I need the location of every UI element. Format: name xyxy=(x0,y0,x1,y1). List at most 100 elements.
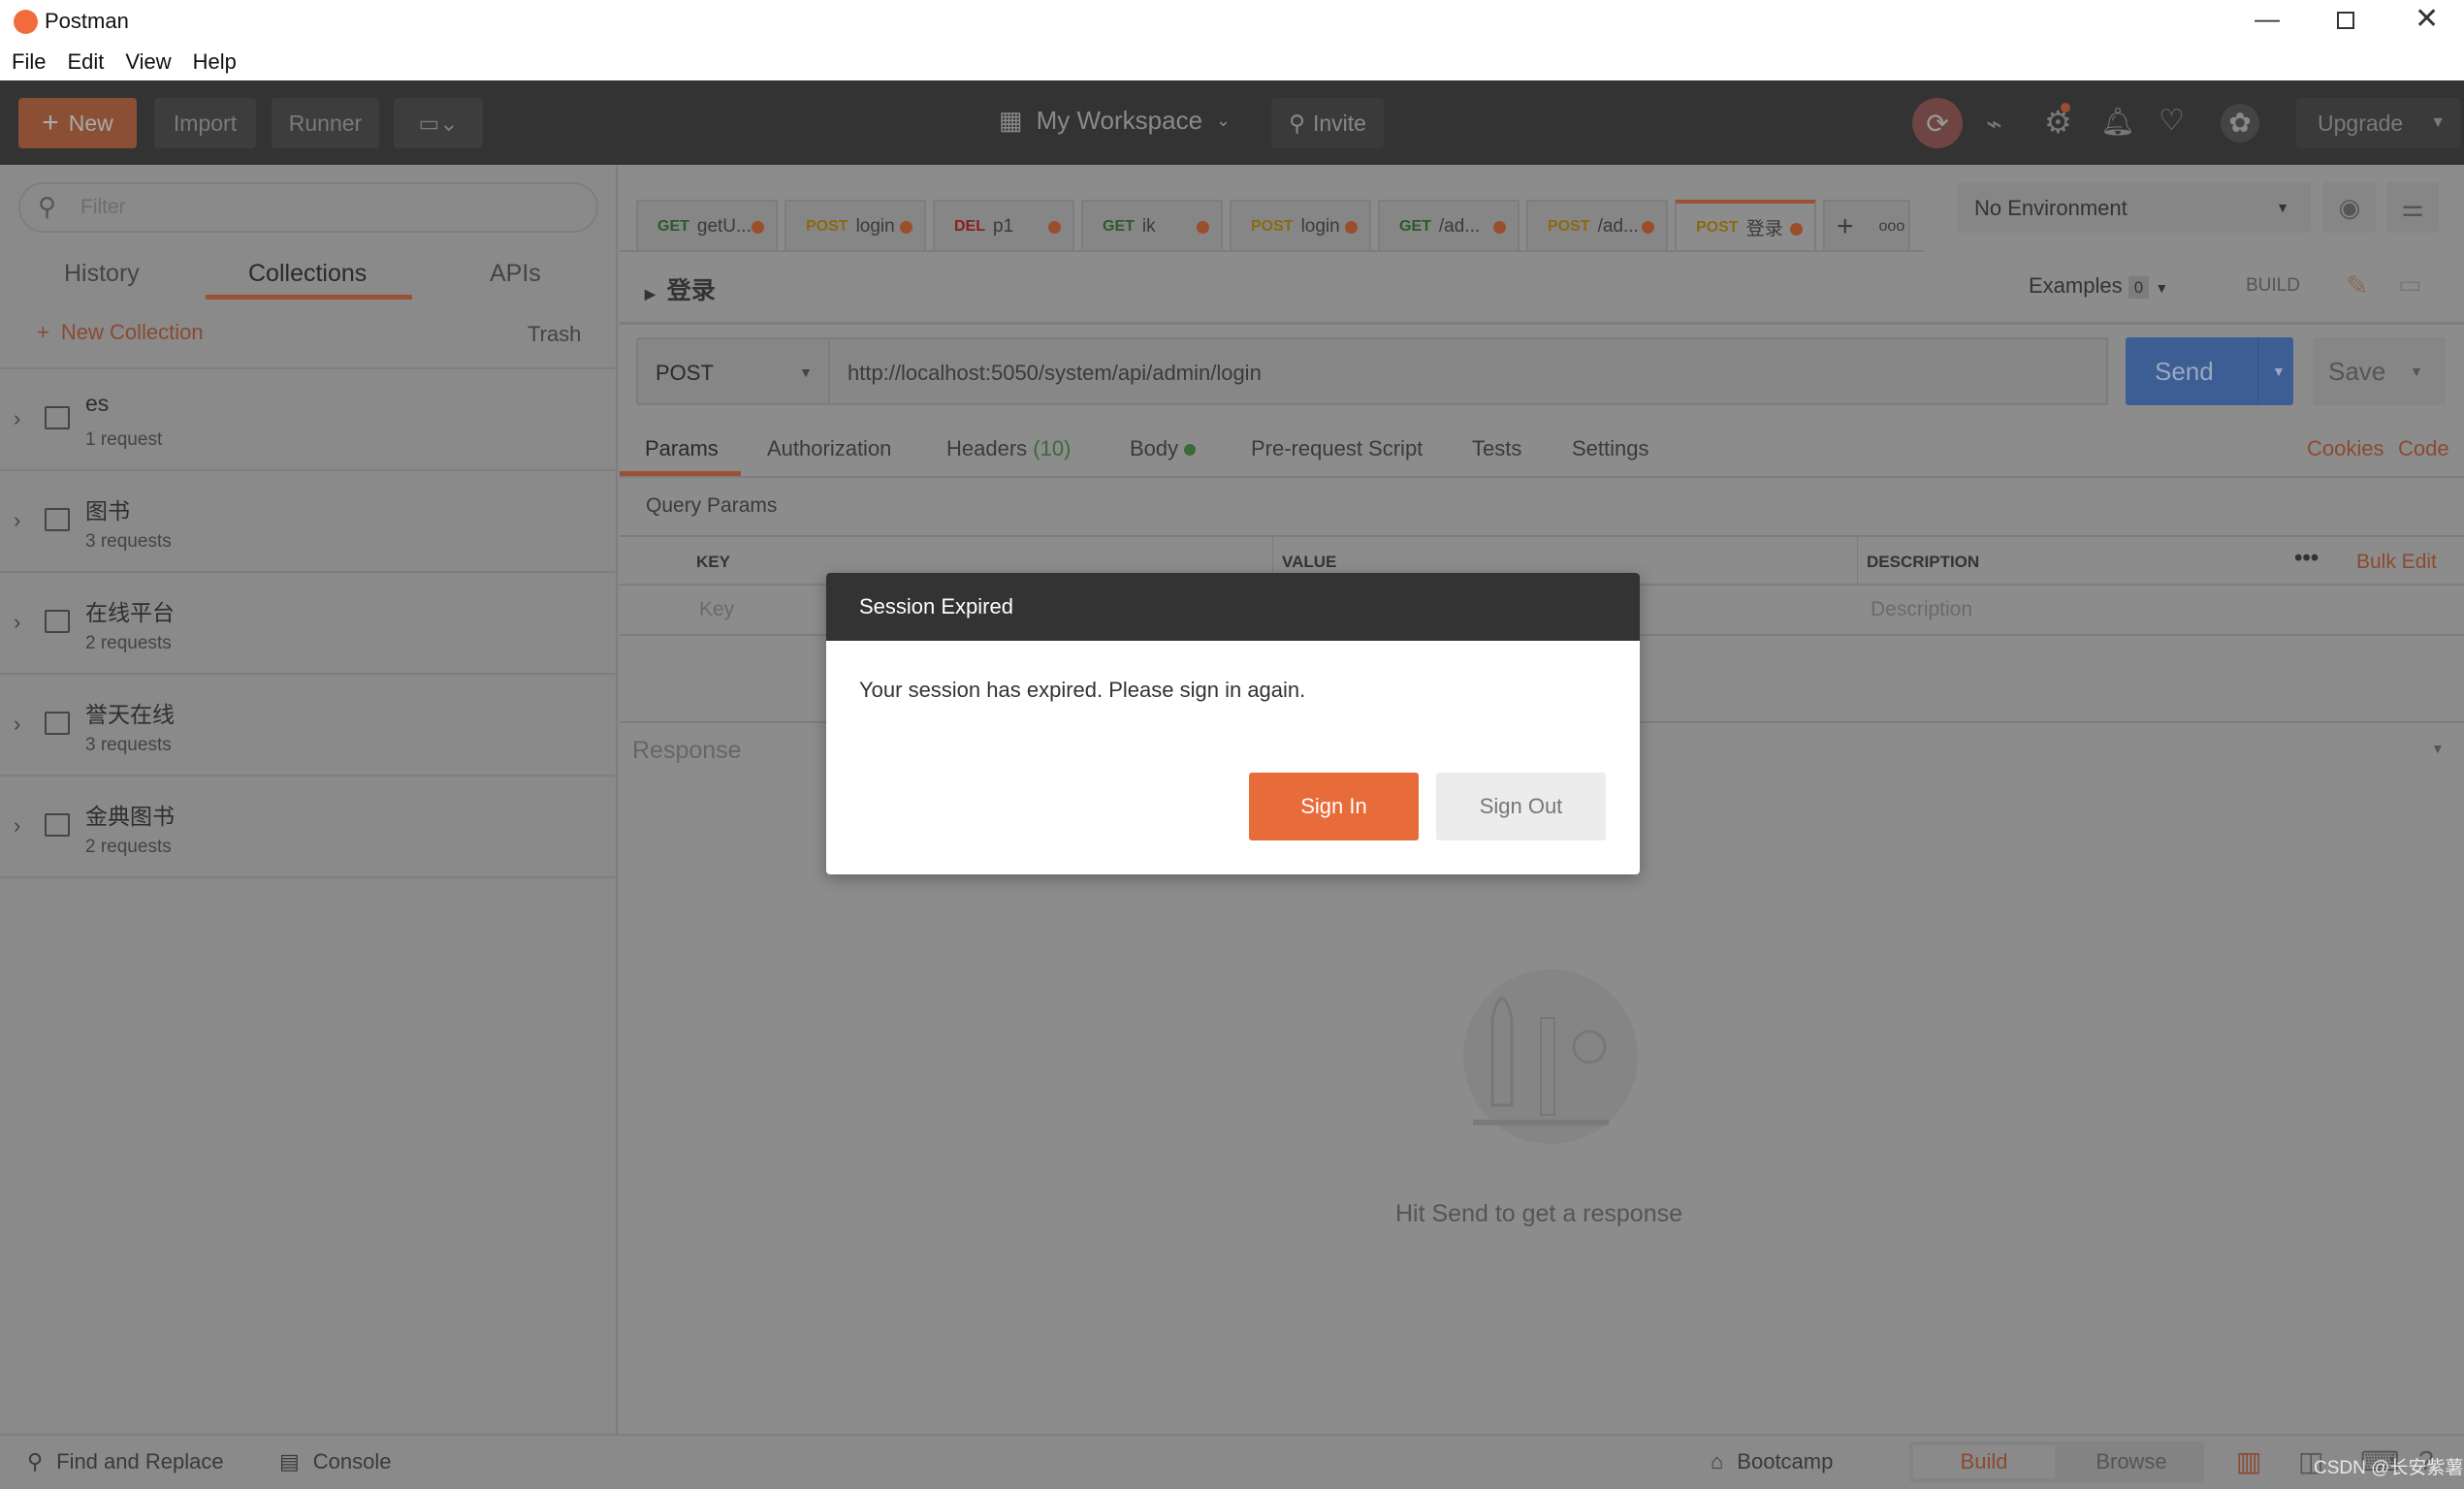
dialog-header: Session Expired xyxy=(826,573,1640,641)
request-tab[interactable]: DEL p1 xyxy=(933,200,1074,251)
request-tab[interactable]: GET getU... xyxy=(636,200,778,251)
request-tab[interactable]: POST login xyxy=(1230,200,1371,251)
invite-button[interactable]: ⚲ Invite xyxy=(1271,98,1384,148)
folder-icon xyxy=(45,508,70,531)
folder-icon xyxy=(45,610,70,633)
plus-icon: + xyxy=(42,107,59,139)
env-settings-icon[interactable]: ⚌ xyxy=(2386,182,2439,233)
bell-icon[interactable]: 🔔︎ xyxy=(2100,106,2135,138)
environment-select[interactable]: No Environment ▼ xyxy=(1957,182,2311,233)
tab-apis[interactable]: APIs xyxy=(490,260,541,288)
url-input[interactable]: http://localhost:5050/system/api/admin/l… xyxy=(830,337,2108,405)
code-link[interactable]: Code xyxy=(2398,436,2449,461)
comment-icon[interactable]: ▭ xyxy=(2398,269,2422,300)
collection-item[interactable]: › es 1 request xyxy=(0,369,618,471)
more-tabs-icon[interactable]: ooo xyxy=(1879,218,1905,236)
upgrade-button[interactable]: Upgrade ▼ xyxy=(2296,98,2461,148)
find-replace-button[interactable]: ⚲ Find and Replace xyxy=(27,1449,224,1474)
tab-body[interactable]: Body xyxy=(1130,436,1197,461)
method-select[interactable]: POST ▼ xyxy=(636,337,830,405)
title-bar: Postman — ✕ xyxy=(0,0,2464,43)
menu-view[interactable]: View xyxy=(125,49,171,75)
request-tab-active[interactable]: POST 登录 xyxy=(1675,200,1816,251)
heart-icon[interactable]: ♡ xyxy=(2159,104,2185,138)
satellite-icon[interactable]: ⌁ xyxy=(1986,108,2002,140)
request-tab[interactable]: POST login xyxy=(784,200,926,251)
more-options-icon[interactable]: ••• xyxy=(2294,545,2319,572)
menu-file[interactable]: File xyxy=(12,49,46,75)
description-input[interactable]: Description xyxy=(1871,598,1972,621)
chevron-right-icon[interactable]: › xyxy=(14,406,20,431)
divider xyxy=(620,476,2464,478)
chevron-right-icon[interactable]: › xyxy=(14,712,20,737)
collection-item[interactable]: › 誉天在线 3 requests xyxy=(0,675,618,776)
cookies-link[interactable]: Cookies xyxy=(2307,436,2384,461)
caret-down-icon: ▼ xyxy=(2430,114,2447,131)
runner-button[interactable]: Runner xyxy=(272,98,379,148)
request-tab[interactable]: GET/ad... xyxy=(1378,200,1520,251)
search-icon: ⚲ xyxy=(38,192,57,221)
minimize-button[interactable]: — xyxy=(2255,4,2280,34)
eye-icon[interactable]: ◉ xyxy=(2323,182,2376,233)
add-tab-button[interactable]: + ooo xyxy=(1823,200,1910,251)
filter-input[interactable]: ⚲ Filter xyxy=(18,182,598,233)
save-button[interactable]: Save ▼ xyxy=(2313,337,2446,405)
key-input[interactable]: Key xyxy=(699,598,734,621)
tab-tests[interactable]: Tests xyxy=(1472,436,1521,461)
collapse-caret-icon[interactable]: ▼ xyxy=(2431,741,2445,756)
sign-in-button[interactable]: Sign In xyxy=(1249,773,1419,840)
unsaved-dot xyxy=(1197,221,1209,234)
build-label: BUILD xyxy=(2246,275,2300,296)
menu-edit[interactable]: Edit xyxy=(67,49,104,75)
tab-headers[interactable]: Headers (10) xyxy=(946,436,1071,461)
browse-mode-button[interactable]: Browse xyxy=(2061,1445,2202,1478)
maximize-button[interactable] xyxy=(2337,12,2354,29)
divider xyxy=(620,322,2464,325)
chevron-right-icon[interactable]: › xyxy=(14,508,20,533)
app-header: + New Import Runner ▭⌄ ▦ My Workspace ⌄ ⚲ In… xyxy=(0,80,2464,165)
plus-icon: + xyxy=(37,320,49,344)
collection-item[interactable]: › 金典图书 2 requests xyxy=(0,776,618,878)
build-mode-button[interactable]: Build xyxy=(1913,1445,2055,1478)
examples-dropdown[interactable]: Examples 0 ▼ xyxy=(2029,273,2168,299)
tab-settings[interactable]: Settings xyxy=(1572,436,1649,461)
dialog-title: Session Expired xyxy=(859,594,1013,618)
chevron-right-icon[interactable]: › xyxy=(14,610,20,635)
avatar[interactable]: ✿ xyxy=(2221,104,2259,143)
dialog-message: Your session has expired. Please sign in… xyxy=(859,678,1306,702)
request-title[interactable]: ▶ 登录 xyxy=(645,271,716,306)
bulk-edit-link[interactable]: Bulk Edit xyxy=(2356,551,2437,574)
new-window-button[interactable]: ▭⌄ xyxy=(394,98,483,148)
close-button[interactable]: ✕ xyxy=(2415,2,2439,36)
collection-item[interactable]: › 在线平台 2 requests xyxy=(0,573,618,675)
request-tab[interactable]: POST/ad... xyxy=(1526,200,1668,251)
request-tab[interactable]: GET ik xyxy=(1081,200,1223,251)
add-user-icon: ⚲ xyxy=(1289,110,1305,136)
tab-authorization[interactable]: Authorization xyxy=(767,436,891,461)
sign-out-button[interactable]: Sign Out xyxy=(1436,773,1606,840)
tab-pre-request-script[interactable]: Pre-request Script xyxy=(1251,436,1423,461)
new-button[interactable]: + New xyxy=(18,98,137,148)
workspace-switcher[interactable]: ▦ My Workspace ⌄ xyxy=(999,106,1231,136)
edit-icon[interactable]: ✎ xyxy=(2346,269,2368,301)
tab-params[interactable]: Params xyxy=(645,436,719,461)
caret-down-icon: ▼ xyxy=(2257,337,2286,405)
bootcamp-button[interactable]: ⌂ Bootcamp xyxy=(1711,1449,1833,1474)
session-expired-dialog: Session Expired Your session has expired… xyxy=(826,573,1640,874)
postman-logo-icon xyxy=(14,10,38,34)
two-pane-icon[interactable]: ▥ xyxy=(2236,1445,2261,1477)
new-collection-button[interactable]: + New Collection xyxy=(37,320,204,345)
status-bar: ⚲ Find and Replace ▤ Console ⌂ Bootcamp Bui… xyxy=(0,1434,2464,1489)
sync-icon[interactable]: ⟳ xyxy=(1912,98,1963,148)
import-button[interactable]: Import xyxy=(154,98,256,148)
caret-down-icon: ▼ xyxy=(2276,200,2289,215)
notification-badge xyxy=(2061,103,2070,112)
menu-help[interactable]: Help xyxy=(193,49,237,75)
tab-history[interactable]: History xyxy=(64,260,140,288)
chevron-right-icon[interactable]: › xyxy=(14,813,20,839)
collection-item[interactable]: › 图书 3 requests xyxy=(0,471,618,573)
tab-collections[interactable]: Collections xyxy=(248,260,367,288)
console-button[interactable]: ▤ Console xyxy=(279,1449,392,1474)
trash-link[interactable]: Trash xyxy=(528,322,581,347)
send-button[interactable]: Send ▼ xyxy=(2126,337,2293,405)
